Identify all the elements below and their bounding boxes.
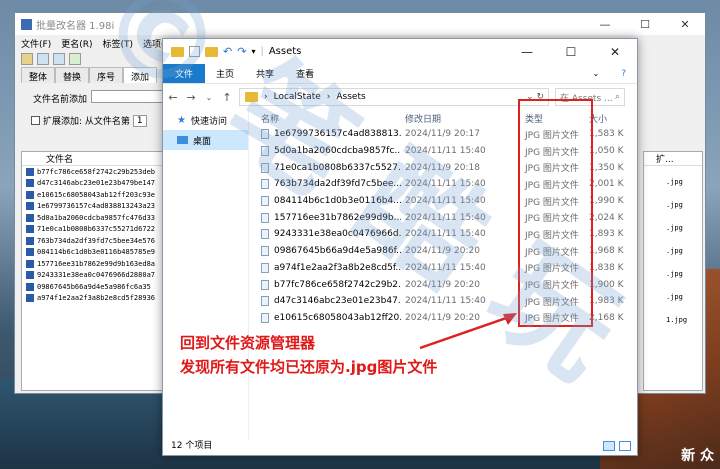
site-logo: 新 众 xyxy=(681,448,714,464)
annotation-line-1: 回到文件资源管理器 xyxy=(180,334,316,352)
annotation-line-2: 发现所有文件均已还原为.jpg图片文件 xyxy=(180,358,438,376)
annotation-text: 回到文件资源管理器 发现所有文件均已还原为.jpg图片文件 xyxy=(180,331,437,379)
annotation-arrow xyxy=(419,313,517,350)
